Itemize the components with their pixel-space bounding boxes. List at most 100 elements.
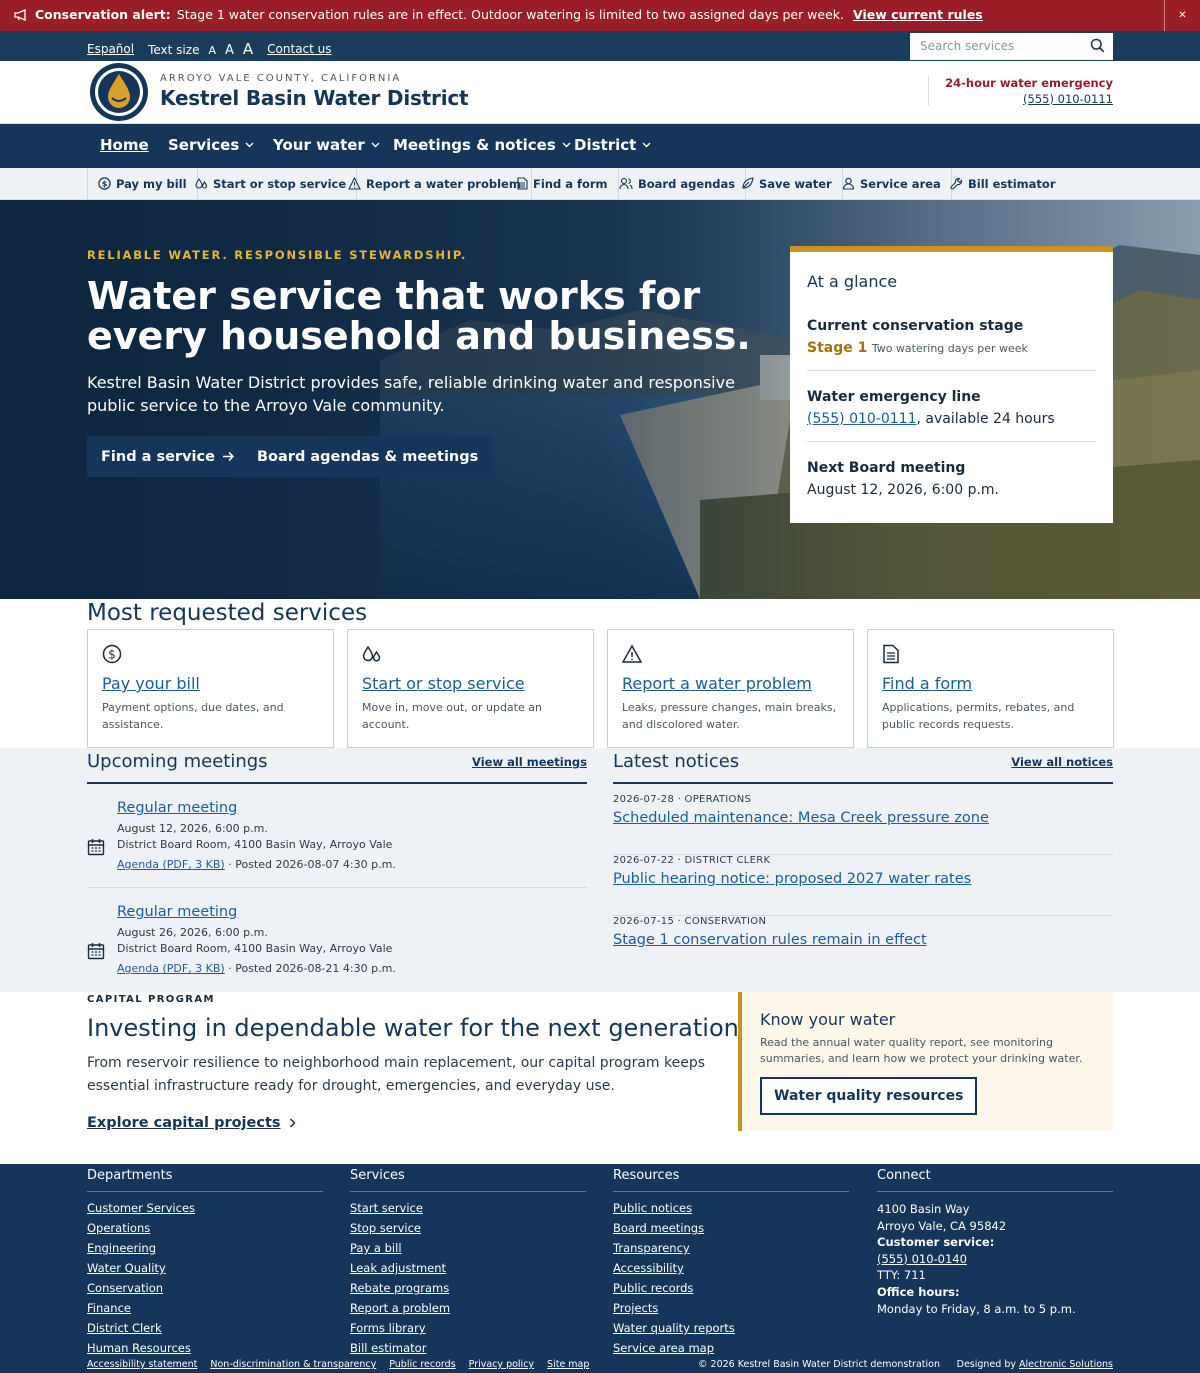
document-icon xyxy=(882,644,1099,664)
emergency-phone-link[interactable]: (555) 010-0111 xyxy=(945,92,1113,106)
service-card-title[interactable]: Find a form xyxy=(882,674,1099,693)
view-all-meetings-link[interactable]: View all meetings xyxy=(472,755,587,769)
quick-link-pay-bill[interactable]: $ Pay my bill xyxy=(87,168,198,199)
emergency-line-label: Water emergency line xyxy=(807,389,981,405)
service-card-description: Leaks, pressure changes, main breaks, an… xyxy=(622,701,837,731)
service-card-start-stop[interactable]: Start or stop service Move in, move out,… xyxy=(347,629,594,748)
footer-link[interactable]: Accessibility xyxy=(613,1261,849,1281)
footer-link[interactable]: Rebate programs xyxy=(350,1281,586,1301)
footer-link[interactable]: Board meetings xyxy=(613,1221,849,1241)
footer-link[interactable]: Service area map xyxy=(613,1341,849,1361)
board-agendas-button[interactable]: Board agendas & meetings xyxy=(243,436,493,477)
view-current-rules-link[interactable]: View current rules xyxy=(853,7,983,22)
footer-link[interactable]: Water Quality xyxy=(87,1261,323,1281)
footer-link[interactable]: Operations xyxy=(87,1221,323,1241)
service-card-title[interactable]: Pay your bill xyxy=(102,674,319,693)
nav-services[interactable]: Services xyxy=(168,136,254,154)
footer-link[interactable]: Pay a bill xyxy=(350,1241,586,1261)
stage-value: Stage 1 xyxy=(807,340,868,356)
designer-link[interactable]: Alectronic Solutions xyxy=(1019,1359,1113,1370)
find-service-button[interactable]: Find a service xyxy=(87,436,249,477)
know-water-heading: Know your water xyxy=(760,1010,896,1029)
emergency-line-phone[interactable]: (555) 010-0111 xyxy=(807,411,917,427)
quick-link-save-water[interactable]: Save water xyxy=(731,168,843,199)
text-size-large-button[interactable]: A xyxy=(243,40,253,58)
nav-home[interactable]: Home xyxy=(100,136,149,154)
footer-link[interactable]: Projects xyxy=(613,1301,849,1321)
footer-link[interactable]: Public records xyxy=(613,1281,849,1301)
legal-link[interactable]: Non-discrimination & transparency xyxy=(210,1359,376,1370)
meeting-item: Regular meeting August 12, 2026, 6:00 p.… xyxy=(87,800,587,888)
quick-link-start-stop[interactable]: Start or stop service xyxy=(185,168,358,199)
footer-link[interactable]: Human Resources xyxy=(87,1341,323,1361)
footer-link[interactable]: Conservation xyxy=(87,1281,323,1301)
office-hours-label: Office hours: xyxy=(877,1284,960,1299)
notice-meta: 2026-07-28 · OPERATIONS xyxy=(613,794,752,805)
search-input[interactable]: Search services xyxy=(910,33,1113,60)
legal-link[interactable]: Privacy policy xyxy=(469,1359,534,1370)
footer-link[interactable]: District Clerk xyxy=(87,1321,323,1341)
notice-item: 2026-07-28 · OPERATIONS Scheduled mainte… xyxy=(613,794,1113,855)
warning-icon xyxy=(622,644,839,664)
quick-link-find-form[interactable]: Find a form xyxy=(507,168,619,199)
contact-us-link[interactable]: Contact us xyxy=(267,42,331,56)
footer-link[interactable]: Customer Services xyxy=(87,1201,323,1221)
footer-link[interactable]: Start service xyxy=(350,1201,586,1221)
meeting-title-link[interactable]: Regular meeting xyxy=(117,904,237,920)
water-quality-resources-button[interactable]: Water quality resources xyxy=(760,1077,978,1115)
district-logo[interactable] xyxy=(88,61,150,123)
quick-link-bill-estimator[interactable]: Bill estimator xyxy=(940,168,1066,199)
notice-title-link[interactable]: Public hearing notice: proposed 2027 wat… xyxy=(613,871,971,887)
quick-link-service-area[interactable]: Service area xyxy=(832,168,952,199)
close-alert-button[interactable]: ✕ xyxy=(1164,0,1200,31)
footer-link[interactable]: Stop service xyxy=(350,1221,586,1241)
service-card-find-form[interactable]: Find a form Applications, permits, rebat… xyxy=(867,629,1114,748)
text-size-controls: Text size A A A xyxy=(148,40,253,58)
hero-eyebrow: RELIABLE WATER. RESPONSIBLE STEWARDSHIP. xyxy=(87,248,468,262)
explore-capital-projects-link[interactable]: Explore capital projects xyxy=(87,1115,727,1131)
nav-services-label: Services xyxy=(168,136,240,154)
footer-link[interactable]: Forms library xyxy=(350,1321,586,1341)
footer-link[interactable]: Leak adjustment xyxy=(350,1261,586,1281)
language-link[interactable]: Español xyxy=(87,42,134,56)
quick-link-label: Report a water problem xyxy=(366,176,521,191)
agenda-pdf-link[interactable]: Agenda (PDF, 3 KB) xyxy=(117,858,225,871)
nav-meetings-notices[interactable]: Meetings & notices xyxy=(393,136,571,154)
view-all-notices-link[interactable]: View all notices xyxy=(1011,755,1113,769)
quick-link-report-problem[interactable]: Report a water problem xyxy=(338,168,532,199)
emergency-label: 24-hour water emergency xyxy=(945,76,1113,90)
customer-service-phone[interactable]: (555) 010-0140 xyxy=(877,1251,1113,1268)
service-card-description: Move in, move out, or update an account. xyxy=(362,701,542,731)
quick-link-board-agendas[interactable]: Board agendas xyxy=(609,168,747,199)
notice-item: 2026-07-22 · DISTRICT CLERK Public heari… xyxy=(613,855,1113,916)
nav-your-water[interactable]: Your water xyxy=(273,136,380,154)
search-icon[interactable] xyxy=(1090,38,1105,53)
text-size-small-button[interactable]: A xyxy=(208,44,216,57)
service-card-report-problem[interactable]: Report a water problem Leaks, pressure c… xyxy=(607,629,854,748)
office-hours: Monday to Friday, 8 a.m. to 5 p.m. xyxy=(877,1301,1076,1316)
footer-link[interactable]: Water quality reports xyxy=(613,1321,849,1341)
footer-link[interactable]: Finance xyxy=(87,1301,323,1321)
footer-link[interactable]: Bill estimator xyxy=(350,1341,586,1361)
notice-title-link[interactable]: Stage 1 conservation rules remain in eff… xyxy=(613,932,927,948)
find-service-label: Find a service xyxy=(101,448,215,465)
footer-link[interactable]: Engineering xyxy=(87,1241,323,1261)
legal-link[interactable]: Site map xyxy=(547,1359,589,1370)
notice-title-link[interactable]: Scheduled maintenance: Mesa Creek pressu… xyxy=(613,810,989,826)
footer-link[interactable]: Public notices xyxy=(613,1201,849,1221)
know-water-body: Read the annual water quality report, se… xyxy=(760,1036,1083,1065)
service-card-title[interactable]: Start or stop service xyxy=(362,674,579,693)
legal-link[interactable]: Accessibility statement xyxy=(87,1359,197,1370)
agenda-pdf-link[interactable]: Agenda (PDF, 3 KB) xyxy=(117,962,225,975)
text-size-medium-button[interactable]: A xyxy=(225,43,234,58)
footer-link[interactable]: Report a problem xyxy=(350,1301,586,1321)
legal-link[interactable]: Public records xyxy=(389,1359,455,1370)
service-card-pay-bill[interactable]: $ Pay your bill Payment options, due dat… xyxy=(87,629,334,748)
nav-district[interactable]: District xyxy=(574,136,651,154)
district-name[interactable]: Kestrel Basin Water District xyxy=(160,86,469,110)
footer-services: Services Start service Stop service Pay … xyxy=(350,1164,586,1361)
chevron-down-icon xyxy=(642,142,651,148)
meeting-title-link[interactable]: Regular meeting xyxy=(117,800,237,816)
footer-link[interactable]: Transparency xyxy=(613,1241,849,1261)
service-card-title[interactable]: Report a water problem xyxy=(622,674,839,693)
